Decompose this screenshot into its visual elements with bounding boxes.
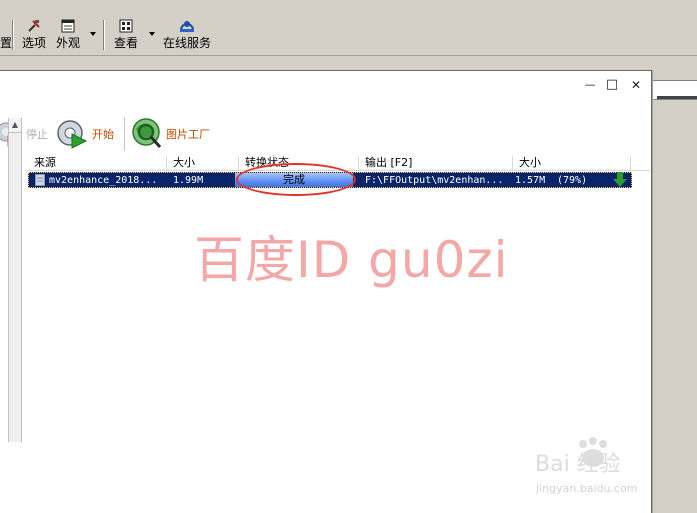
row-size: 1.99M	[173, 175, 204, 186]
baidu-brand-text: Bai 经验	[535, 452, 621, 477]
online-services-label: 在线服务	[162, 36, 211, 50]
download-arrow-icon[interactable]	[613, 172, 627, 188]
view-label: 查看	[113, 36, 138, 50]
dialog-toolbar: 停止 开始 图片工厂	[0, 113, 651, 155]
view-dropdown-arrow[interactable]	[149, 32, 155, 36]
maximize-button[interactable]: □	[604, 77, 620, 93]
start-button[interactable]: 开始	[56, 113, 122, 155]
settings-label-fragment[interactable]: 置	[0, 34, 12, 51]
toolbar-separator	[103, 20, 104, 50]
appearance-dropdown-arrow[interactable]	[90, 32, 96, 36]
row-output-size: 1.57M	[515, 175, 546, 186]
column-header-output[interactable]: 输出 [F2]	[358, 156, 512, 170]
picture-factory-icon	[132, 118, 162, 149]
row-output: F:\FFOutput\mv2enhan...	[365, 175, 504, 186]
options-button[interactable]: 选项	[20, 18, 48, 54]
toolbar-divider	[0, 55, 697, 56]
minimize-button[interactable]: —	[582, 77, 598, 93]
row-ratio: (79%)	[557, 175, 588, 186]
scroll-up-icon[interactable]: ▲	[9, 118, 21, 133]
column-header-size[interactable]: 大小	[166, 156, 238, 170]
options-label: 选项	[21, 36, 46, 50]
tools-icon	[28, 20, 40, 32]
baidu-url-text: jingyan.baidu.com	[536, 482, 638, 495]
dialog-toolbar-separator	[124, 117, 125, 151]
online-service-icon	[180, 21, 194, 32]
stop-label: 停止	[26, 128, 48, 141]
background-panel-fragment	[652, 80, 697, 100]
column-header-output-size[interactable]: 大小	[512, 156, 630, 170]
window-layout-icon	[61, 19, 75, 33]
close-button[interactable]: ✕	[628, 77, 644, 93]
start-label: 开始	[92, 128, 114, 141]
view-grid-icon	[119, 19, 133, 33]
start-icon	[57, 120, 88, 149]
appearance-label: 外观	[55, 36, 80, 50]
appearance-button[interactable]: 外观	[54, 18, 82, 54]
watermark-text: 百度ID gu0zi	[194, 231, 509, 289]
column-header-extra	[630, 156, 650, 170]
left-scrollbar[interactable]: ▲	[8, 118, 22, 442]
row-source: mv2enhance_2018...	[49, 175, 158, 186]
picture-factory-label: 图片工厂	[166, 128, 210, 141]
background-panel-bar	[657, 96, 697, 99]
file-icon	[35, 174, 45, 186]
view-button[interactable]: 查看	[112, 18, 140, 54]
main-toolbar: 置 选项 外观 查看 在线服务	[0, 0, 697, 56]
picture-factory-button[interactable]: 图片工厂	[130, 113, 214, 155]
toolbar-separator	[12, 20, 13, 50]
column-header-source[interactable]: 来源	[28, 156, 166, 170]
annotation-oval	[236, 163, 356, 196]
online-services-button[interactable]: 在线服务	[162, 18, 212, 54]
